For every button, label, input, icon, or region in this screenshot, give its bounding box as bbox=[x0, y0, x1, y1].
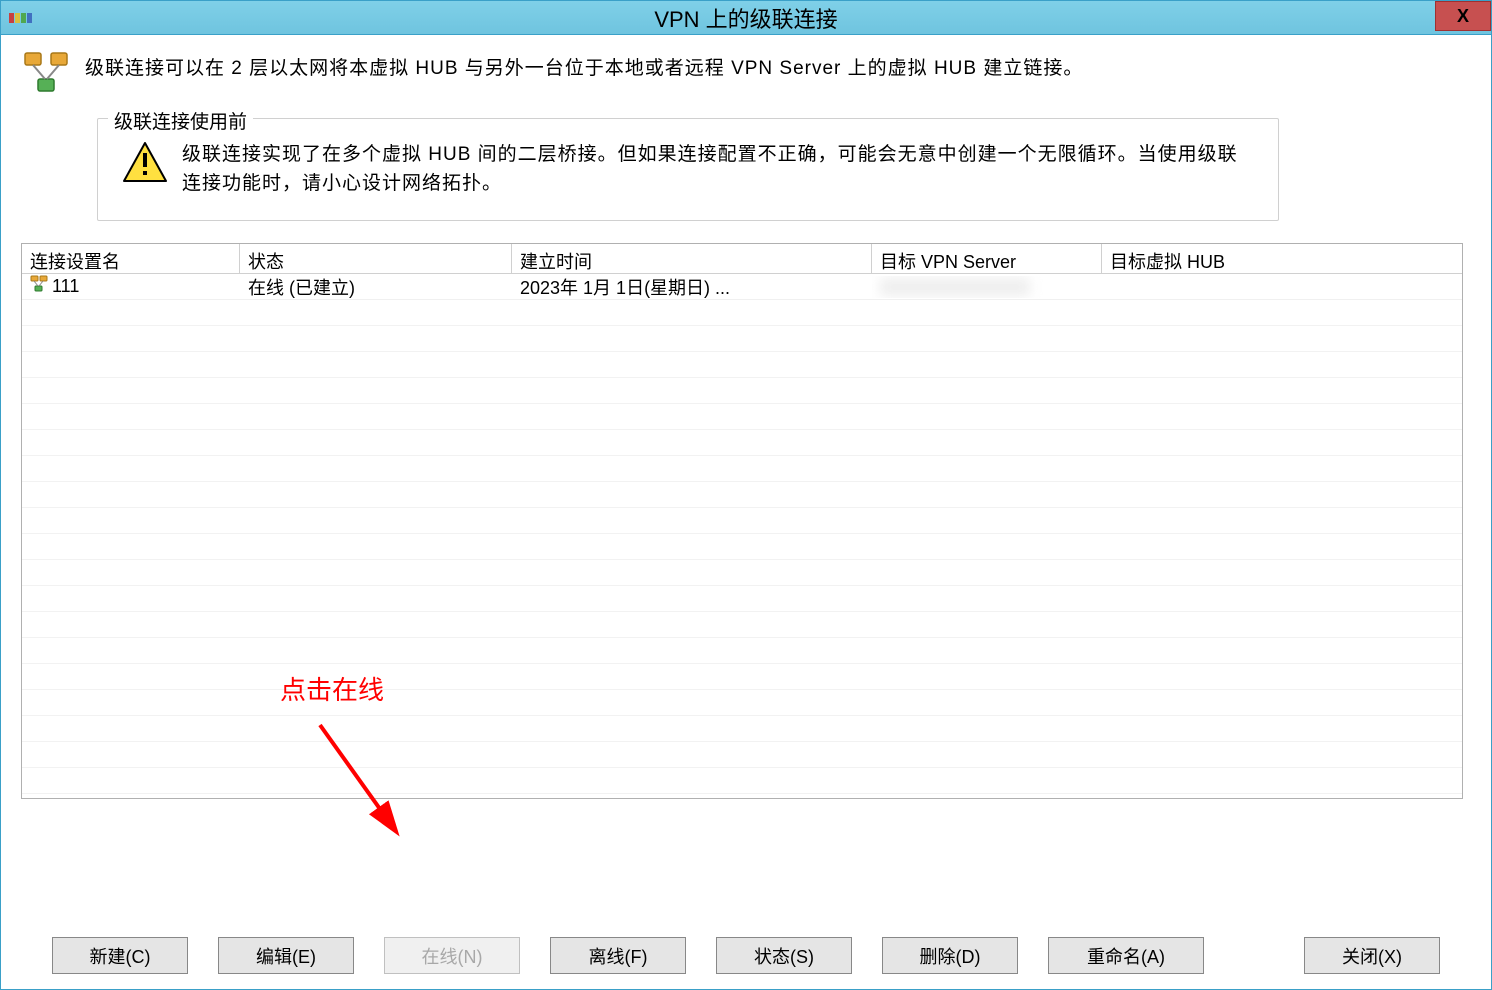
header-block: 级联连接可以在 2 层以太网将本虚拟 HUB 与另外一台位于本地或者远程 VPN… bbox=[21, 49, 1471, 104]
col-target-hub-header[interactable]: 目标虚拟 HUB bbox=[1102, 244, 1462, 273]
warning-groupbox: 级联连接使用前 级联连接实现了在多个虚拟 HUB 间的二层桥接。但如果连接配置不… bbox=[97, 118, 1279, 221]
button-bar: 新建(C) 编辑(E) 在线(N) 离线(F) 状态(S) 删除(D) 重命名(… bbox=[52, 937, 1440, 974]
col-status-header[interactable]: 状态 bbox=[240, 244, 512, 273]
col-created-header[interactable]: 建立时间 bbox=[512, 244, 872, 273]
cell-target-hub bbox=[1102, 285, 1462, 289]
table-row[interactable]: 111 在线 (已建立) 2023年 1月 1日(星期日) ... bbox=[22, 274, 1462, 300]
edit-button[interactable]: 编辑(E) bbox=[218, 937, 354, 974]
titlebar: VPN 上的级联连接 X bbox=[1, 1, 1491, 35]
new-button[interactable]: 新建(C) bbox=[52, 937, 188, 974]
cell-target-server bbox=[872, 276, 1102, 298]
col-name-header[interactable]: 连接设置名 bbox=[22, 244, 240, 273]
col-target-server-header[interactable]: 目标 VPN Server bbox=[872, 244, 1102, 273]
rename-button[interactable]: 重命名(A) bbox=[1048, 937, 1204, 974]
dialog-window: VPN 上的级联连接 X 级联连接可以在 2 层以太网将本虚拟 HUB 与另外一… bbox=[0, 0, 1492, 990]
listview-body: 111 在线 (已建立) 2023年 1月 1日(星期日) ... bbox=[22, 274, 1462, 794]
status-button[interactable]: 状态(S) bbox=[716, 937, 852, 974]
cell-name: 111 bbox=[22, 273, 240, 300]
cell-status: 在线 (已建立) bbox=[240, 272, 512, 302]
window-title: VPN 上的级联连接 bbox=[654, 2, 837, 34]
close-button[interactable]: 关闭(X) bbox=[1304, 937, 1440, 974]
header-description: 级联连接可以在 2 层以太网将本虚拟 HUB 与另外一台位于本地或者远程 VPN… bbox=[85, 49, 1083, 80]
cascade-icon bbox=[21, 49, 71, 104]
groupbox-title: 级联连接使用前 bbox=[108, 107, 253, 134]
connections-listview[interactable]: 连接设置名 状态 建立时间 目标 VPN Server 目标虚拟 HUB bbox=[21, 243, 1463, 799]
online-button[interactable]: 在线(N) bbox=[384, 937, 520, 974]
warning-text: 级联连接实现了在多个虚拟 HUB 间的二层桥接。但如果连接配置不正确，可能会无意… bbox=[182, 141, 1254, 198]
delete-button[interactable]: 删除(D) bbox=[882, 937, 1018, 974]
close-icon[interactable]: X bbox=[1435, 1, 1491, 31]
cell-created: 2023年 1月 1日(星期日) ... bbox=[512, 272, 872, 302]
offline-button[interactable]: 离线(F) bbox=[550, 937, 686, 974]
warning-icon bbox=[122, 141, 168, 188]
listview-header: 连接设置名 状态 建立时间 目标 VPN Server 目标虚拟 HUB bbox=[22, 244, 1462, 274]
connection-icon bbox=[30, 275, 48, 298]
app-icon bbox=[9, 10, 33, 26]
